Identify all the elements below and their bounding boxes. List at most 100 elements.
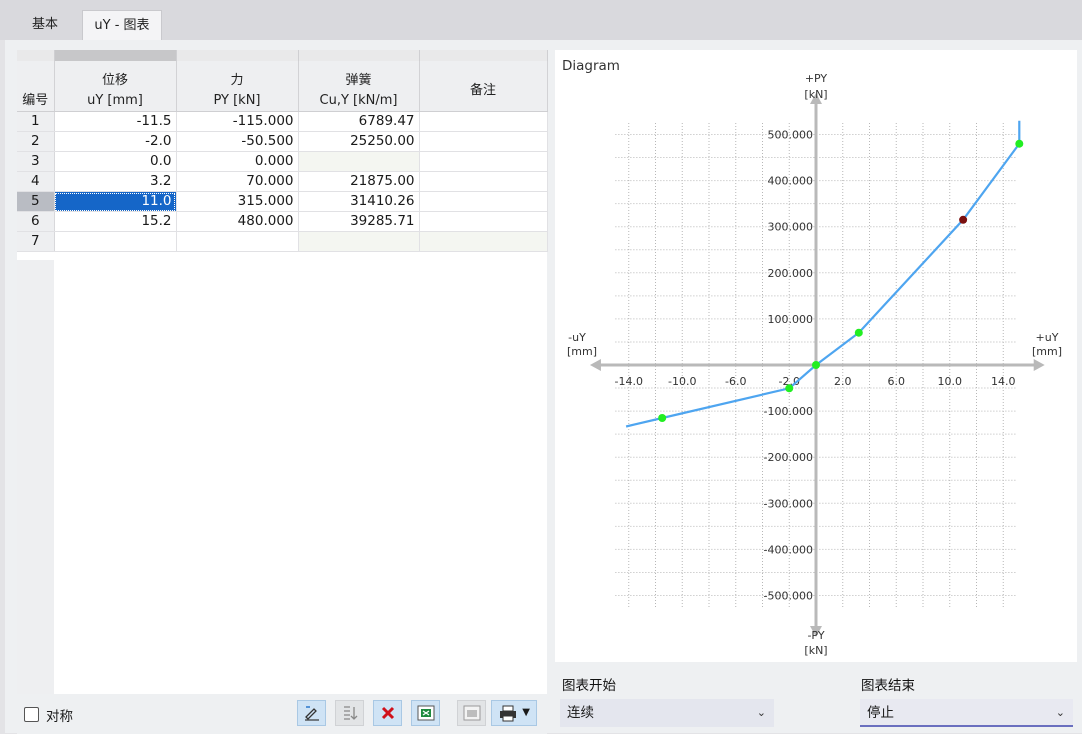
note-cell[interactable]: [419, 231, 548, 252]
note-cell[interactable]: [419, 151, 548, 172]
displacement-cell[interactable]: 0.0: [54, 151, 177, 172]
table-footer: 对称 ▼: [17, 694, 547, 734]
row-number-cell[interactable]: 4: [17, 171, 55, 192]
row-number-column-bg: [17, 260, 54, 700]
row-number-cell[interactable]: 1: [17, 111, 55, 132]
excel-import-button[interactable]: [457, 700, 486, 726]
y-tick-label: 100.000: [768, 313, 814, 326]
chart-end-select[interactable]: 停止 ⌄: [860, 699, 1073, 727]
y-tick-label: -400.000: [764, 543, 813, 556]
table-row[interactable]: 3 0.0 0.000: [17, 151, 548, 172]
table-panel: 编号 位移 uY [mm] 力 PY [kN] 弹簧 Cu,Y [kN/m] 备注 1…: [17, 50, 548, 734]
table-row[interactable]: 1 -11.5 -115.000 6789.47: [17, 111, 548, 132]
print-icon: [500, 705, 516, 722]
excel-export-button[interactable]: [411, 700, 440, 726]
data-point-selected: [959, 215, 968, 224]
note-cell[interactable]: [419, 211, 548, 232]
x-tick-label: -10.0: [668, 375, 696, 388]
y-negative-unit: [kN]: [804, 644, 827, 657]
table-row[interactable]: 5 11.0 315.000 31410.26: [17, 191, 548, 212]
column-selector-3[interactable]: [298, 50, 420, 61]
data-table: 编号 位移 uY [mm] 力 PY [kN] 弹簧 Cu,Y [kN/m] 备注 1…: [17, 50, 548, 252]
x-tick-label: -6.0: [725, 375, 746, 388]
spring-cell[interactable]: [298, 231, 420, 252]
edit-icon: [304, 706, 319, 721]
data-point: [658, 414, 667, 423]
y-tick-label: 500.000: [768, 129, 814, 142]
x-positive-label: +uY: [1036, 331, 1059, 344]
note-cell[interactable]: [419, 191, 548, 212]
table-row[interactable]: 2 -2.0 -50.500 25250.00: [17, 131, 548, 152]
note-cell[interactable]: [419, 111, 548, 132]
row-number-cell[interactable]: 6: [17, 211, 55, 232]
column-selector-1[interactable]: [54, 50, 177, 61]
x-positive-unit: [mm]: [1032, 345, 1062, 358]
header-row: 编号 位移 uY [mm] 力 PY [kN] 弹簧 Cu,Y [kN/m] 备注: [17, 61, 548, 112]
diagram-panel: Diagram -14.0 -10.0 -6.0 -2.0 2.0 6.0 10.0 14.0…: [555, 50, 1077, 662]
print-button[interactable]: ▼: [491, 700, 537, 726]
excel-export-icon: [417, 705, 434, 721]
note-cell[interactable]: [419, 131, 548, 152]
symmetric-checkbox[interactable]: [24, 707, 39, 722]
header-displacement-top: 位移: [101, 73, 128, 88]
x-tick-label: 10.0: [938, 375, 963, 388]
row-number-cell[interactable]: 2: [17, 131, 55, 152]
sort-button[interactable]: [335, 700, 364, 726]
table-row[interactable]: 4 3.2 70.000 21875.00: [17, 171, 548, 192]
table-row[interactable]: 6 15.2 480.000 39285.71: [17, 211, 548, 232]
displacement-cell[interactable]: -11.5: [54, 111, 177, 132]
force-cell[interactable]: 480.000: [176, 211, 299, 232]
spring-cell[interactable]: [298, 151, 420, 172]
edit-button[interactable]: [297, 700, 326, 726]
force-cell[interactable]: 315.000: [176, 191, 299, 212]
x-negative-label: -uY: [568, 331, 586, 344]
header-displacement[interactable]: 位移 uY [mm]: [54, 61, 177, 112]
displacement-cell[interactable]: -2.0: [54, 131, 177, 152]
data-point: [785, 384, 794, 393]
content-area: 编号 位移 uY [mm] 力 PY [kN] 弹簧 Cu,Y [kN/m] 备注 1…: [5, 40, 1082, 734]
force-cell[interactable]: -50.500: [176, 131, 299, 152]
header-spring[interactable]: 弹簧 Cu,Y [kN/m]: [298, 61, 420, 112]
header-note[interactable]: 备注: [419, 61, 548, 112]
corner-cell[interactable]: [17, 50, 55, 61]
column-selector-2[interactable]: [176, 50, 299, 61]
x-negative-unit: [mm]: [567, 345, 597, 358]
force-cell[interactable]: 70.000: [176, 171, 299, 192]
header-force[interactable]: 力 PY [kN]: [176, 61, 299, 112]
force-cell[interactable]: -115.000: [176, 111, 299, 132]
delete-button[interactable]: [373, 700, 402, 726]
displacement-cell[interactable]: 11.0: [54, 191, 177, 212]
spring-cell[interactable]: 39285.71: [298, 211, 420, 232]
spring-cell[interactable]: 31410.26: [298, 191, 420, 212]
data-point: [854, 328, 863, 337]
header-force-top: 力: [230, 73, 244, 88]
displacement-cell[interactable]: [54, 231, 177, 252]
header-rownum: 编号: [17, 61, 55, 112]
delete-icon: [381, 706, 394, 720]
y-negative-label: -PY: [807, 629, 824, 642]
tab-basic[interactable]: 基本: [18, 10, 72, 40]
chart-start-value: 连续: [567, 705, 594, 721]
x-axis-arrow-left: [589, 359, 601, 371]
row-number-cell[interactable]: 3: [17, 151, 55, 172]
x-tick-label: 2.0: [834, 375, 852, 388]
chart-start-select[interactable]: 连续 ⌄: [560, 699, 774, 727]
force-cell[interactable]: [176, 231, 299, 252]
data-point: [812, 361, 820, 369]
row-number-cell[interactable]: 5: [17, 191, 55, 212]
displacement-cell[interactable]: 15.2: [54, 211, 177, 232]
column-selector-row: [17, 50, 548, 61]
diagram-chart: -14.0 -10.0 -6.0 -2.0 2.0 6.0 10.0 14.0500.0004…: [567, 72, 1062, 657]
table-row[interactable]: 7: [17, 231, 548, 252]
column-selector-4[interactable]: [419, 50, 548, 61]
spring-cell[interactable]: 25250.00: [298, 131, 420, 152]
note-cell[interactable]: [419, 171, 548, 192]
row-number-cell[interactable]: 7: [17, 231, 55, 252]
spring-cell[interactable]: 6789.47: [298, 111, 420, 132]
y-tick-label: 300.000: [768, 221, 814, 234]
spring-cell[interactable]: 21875.00: [298, 171, 420, 192]
sort-icon: [343, 706, 357, 720]
tab-uy-diagram[interactable]: uY - 图表: [82, 10, 162, 41]
displacement-cell[interactable]: 3.2: [54, 171, 177, 192]
force-cell[interactable]: 0.000: [176, 151, 299, 172]
